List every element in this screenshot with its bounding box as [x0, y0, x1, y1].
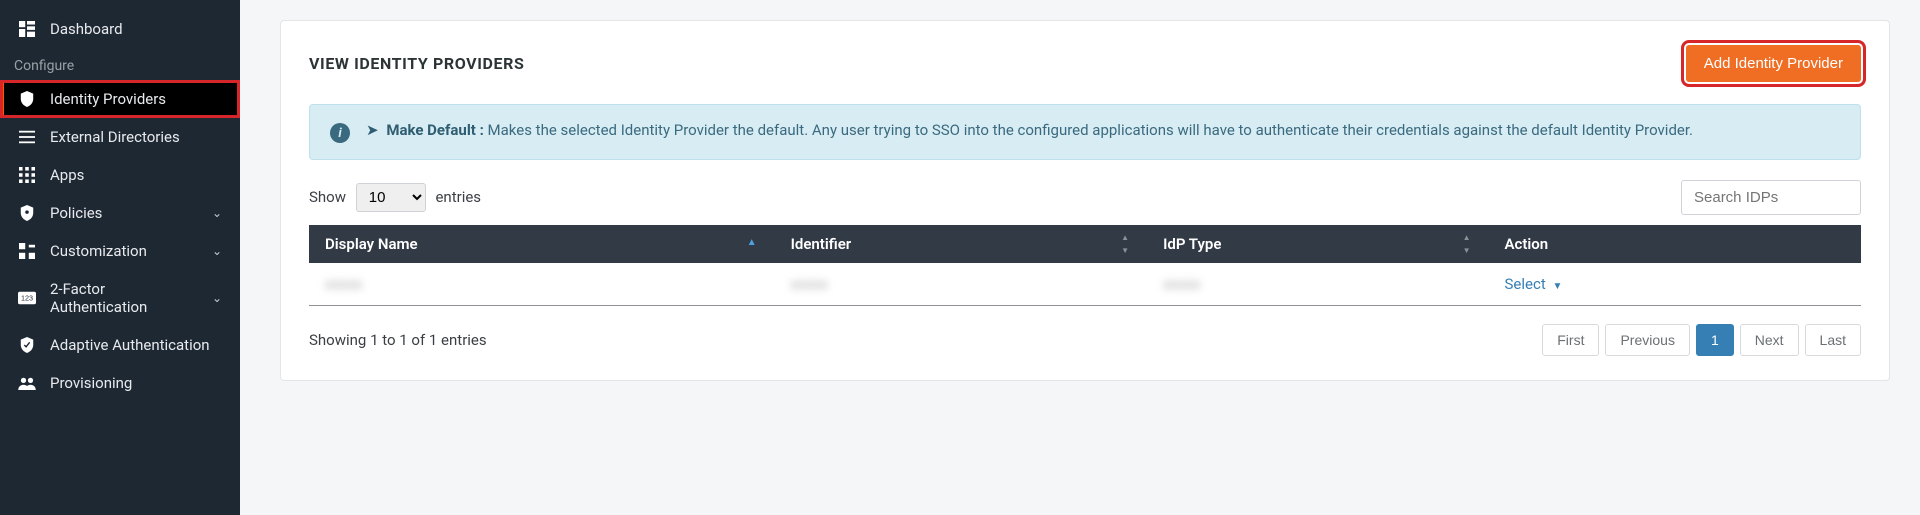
info-icon: i [330, 123, 350, 143]
table-row: xxxxx xxxxx xxxxx Select ▼ [309, 263, 1861, 306]
sidebar-item-external-directories[interactable]: External Directories [0, 118, 240, 156]
col-idp-type[interactable]: IdP Type [1147, 225, 1488, 263]
sidebar-item-identity-providers[interactable]: Identity Providers [0, 80, 240, 118]
row-action-select[interactable]: Select ▼ [1505, 275, 1563, 293]
chevron-down-icon: ⌄ [212, 206, 222, 220]
col-identifier[interactable]: Identifier [775, 225, 1147, 263]
sidebar-item-label: Policies [50, 204, 102, 222]
pagination-page-1[interactable]: 1 [1696, 324, 1734, 356]
select-label: Select [1505, 275, 1546, 293]
sidebar-item-label: External Directories [50, 128, 180, 146]
show-label-suffix: entries [435, 188, 481, 206]
pointer-icon: ➤ [366, 121, 379, 139]
sidebar-item-adaptive-auth[interactable]: Adaptive Authentication [0, 326, 240, 364]
idp-table: Display Name Identifier IdP Type Action … [309, 225, 1861, 306]
info-label: Make Default : [386, 121, 484, 139]
svg-text:123: 123 [21, 294, 33, 303]
sidebar-item-label: Customization [50, 242, 147, 260]
chevron-down-icon: ⌄ [212, 244, 222, 258]
pagination-previous[interactable]: Previous [1605, 324, 1689, 356]
identity-providers-card: VIEW IDENTITY PROVIDERS Add Identity Pro… [280, 20, 1890, 381]
sidebar: Dashboard Configure Identity Providers E… [0, 0, 240, 515]
footer-info: Showing 1 to 1 of 1 entries [309, 331, 487, 349]
pagination-last[interactable]: Last [1805, 324, 1861, 356]
dashboard-icon [18, 20, 36, 38]
sidebar-item-label: 2-Factor Authentication [50, 280, 198, 316]
cell-display-name: xxxxx [325, 275, 362, 293]
customization-icon [18, 242, 36, 260]
sidebar-item-label: Provisioning [50, 374, 132, 392]
entries-select[interactable]: 10 [356, 183, 426, 212]
sidebar-item-2fa[interactable]: 123 2-Factor Authentication ⌄ [0, 270, 240, 326]
shield-icon [18, 90, 36, 108]
sidebar-item-apps[interactable]: Apps [0, 156, 240, 194]
card-header: VIEW IDENTITY PROVIDERS Add Identity Pro… [309, 45, 1861, 82]
cell-idp-type: xxxxx [1163, 275, 1200, 293]
entries-control: Show 10 entries [309, 183, 481, 212]
shield-check-icon [18, 336, 36, 354]
table-controls: Show 10 entries [309, 180, 1861, 215]
table-footer: Showing 1 to 1 of 1 entries First Previo… [309, 324, 1861, 356]
sidebar-item-customization[interactable]: Customization ⌄ [0, 232, 240, 270]
sidebar-item-provisioning[interactable]: Provisioning [0, 364, 240, 402]
add-identity-provider-button[interactable]: Add Identity Provider [1686, 45, 1861, 82]
sidebar-item-label: Apps [50, 166, 84, 184]
show-label-prefix: Show [309, 188, 346, 206]
apps-icon [18, 166, 36, 184]
policy-icon [18, 204, 36, 222]
col-action: Action [1489, 225, 1862, 263]
caret-down-icon: ▼ [1552, 281, 1562, 292]
info-text: ➤ Make Default : Makes the selected Iden… [366, 121, 1693, 143]
chevron-down-icon: ⌄ [212, 291, 222, 305]
pagination: First Previous 1 Next Last [1542, 324, 1861, 356]
pagination-first[interactable]: First [1542, 324, 1599, 356]
list-icon [18, 128, 36, 146]
sidebar-item-label: Identity Providers [50, 90, 166, 108]
sidebar-item-dashboard[interactable]: Dashboard [0, 10, 240, 48]
search-input[interactable] [1681, 180, 1861, 215]
cell-identifier: xxxxx [791, 275, 828, 293]
sidebar-section-configure: Configure [0, 48, 240, 80]
sidebar-item-policies[interactable]: Policies ⌄ [0, 194, 240, 232]
info-box: i ➤ Make Default : Makes the selected Id… [309, 104, 1861, 160]
page-title: VIEW IDENTITY PROVIDERS [309, 54, 524, 73]
sidebar-item-label: Adaptive Authentication [50, 336, 210, 354]
main-content: VIEW IDENTITY PROVIDERS Add Identity Pro… [240, 0, 1920, 515]
col-display-name[interactable]: Display Name [309, 225, 775, 263]
info-body: Makes the selected Identity Provider the… [488, 121, 1693, 139]
sidebar-item-label: Dashboard [50, 20, 123, 38]
two-factor-icon: 123 [18, 289, 36, 307]
pagination-next[interactable]: Next [1740, 324, 1799, 356]
users-icon [18, 374, 36, 392]
